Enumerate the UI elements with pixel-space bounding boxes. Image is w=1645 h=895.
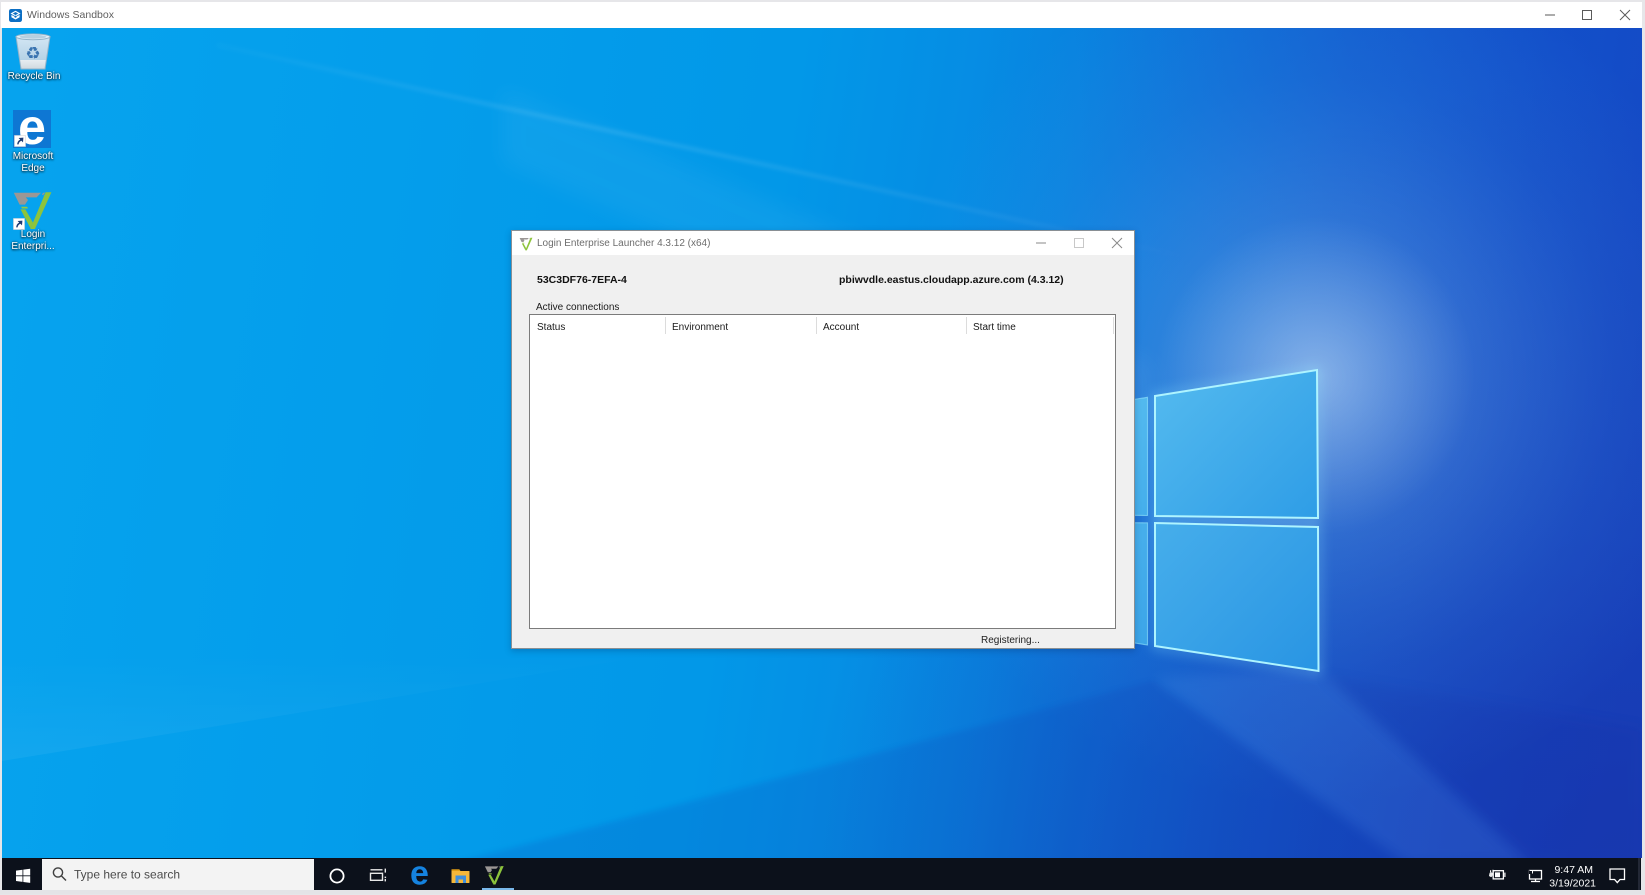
- svg-text:9:47 AM: 9:47 AM: [1554, 864, 1593, 876]
- svg-text:Type here to search: Type here to search: [74, 868, 180, 882]
- svg-text:3/19/2021: 3/19/2021: [1549, 878, 1596, 890]
- svg-text:♻: ♻: [25, 44, 40, 63]
- svg-text:e: e: [410, 858, 429, 890]
